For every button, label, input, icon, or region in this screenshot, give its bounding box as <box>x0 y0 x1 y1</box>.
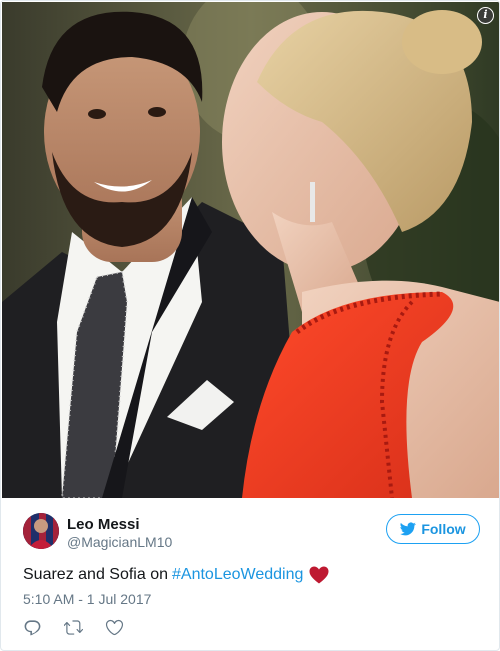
author-name[interactable]: Leo Messi <box>67 516 140 533</box>
heart-emoji-icon <box>309 566 329 584</box>
twitter-bird-icon <box>400 522 417 536</box>
tweet-card: i Leo Messi @MagicianLM10 Follow Suarez … <box>0 0 500 651</box>
photo-illustration <box>2 2 499 498</box>
reply-icon[interactable] <box>23 618 42 637</box>
tweet-actions <box>23 618 124 638</box>
follow-button[interactable]: Follow <box>386 514 480 544</box>
tweet-timestamp[interactable]: 5:10 AM - 1 Jul 2017 <box>23 591 151 607</box>
like-icon[interactable] <box>105 618 124 637</box>
tweet-text-body: Suarez and Sofia on <box>23 566 168 583</box>
author-handle[interactable]: @MagicianLM10 <box>67 534 172 550</box>
info-icon[interactable]: i <box>477 7 494 24</box>
hashtag-link[interactable]: #AntoLeoWedding <box>172 566 303 584</box>
tweet-text: Suarez and Sofia on #AntoLeoWedding <box>23 566 329 584</box>
avatar-image <box>23 513 59 549</box>
avatar[interactable] <box>23 513 59 549</box>
retweet-icon[interactable] <box>63 618 84 637</box>
follow-label: Follow <box>421 521 466 537</box>
tweet-header: Leo Messi @MagicianLM10 Follow <box>23 513 483 553</box>
tweet-photo[interactable]: i <box>2 2 499 498</box>
